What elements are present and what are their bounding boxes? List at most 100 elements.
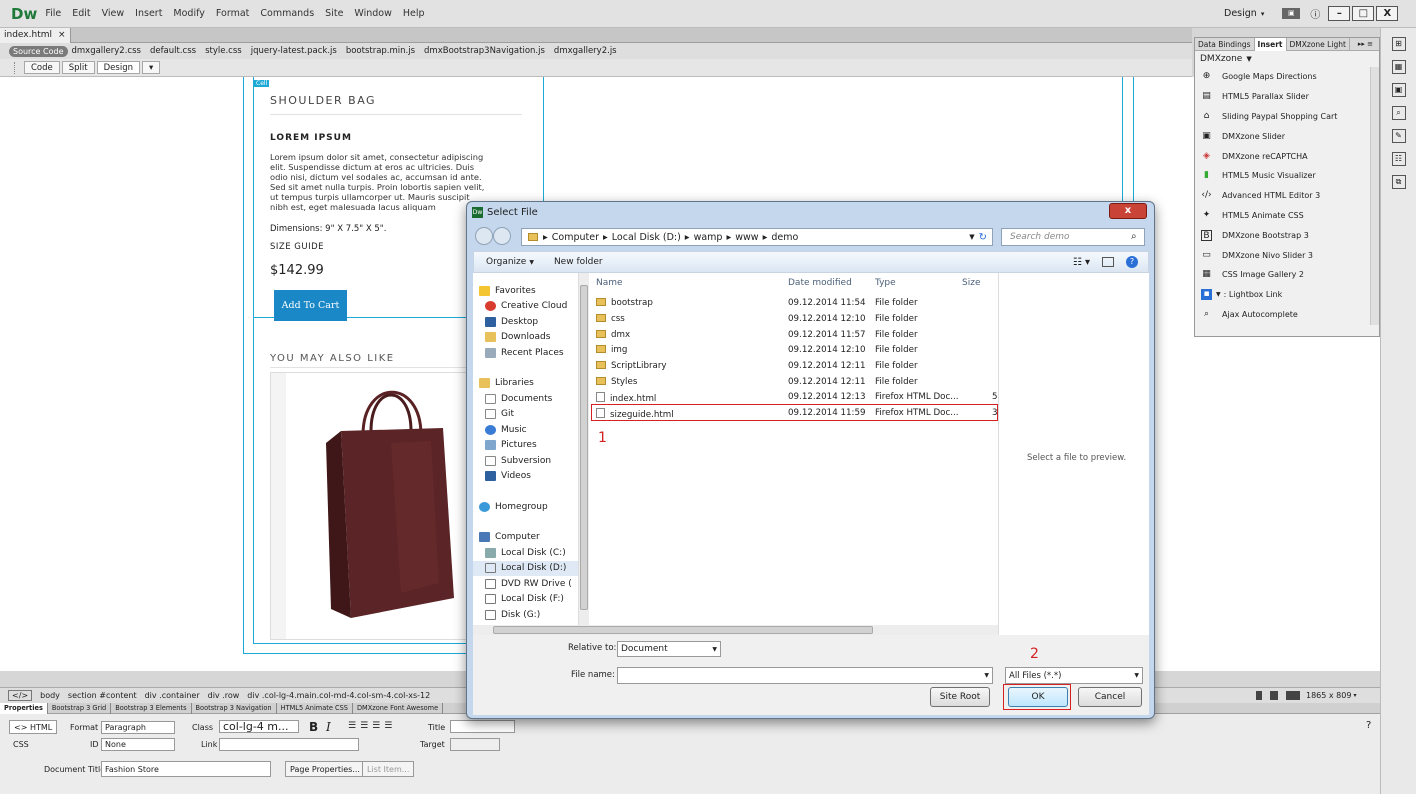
size-guide-link[interactable]: SIZE GUIDE: [270, 242, 324, 252]
list-buttons-icon[interactable]: ☰☰☰☰: [348, 721, 396, 731]
chevron-down-icon[interactable]: ▾: [1353, 692, 1356, 699]
snippets-icon[interactable]: ⧉: [1391, 175, 1406, 189]
nav-item[interactable]: Documents: [473, 391, 578, 407]
related-file[interactable]: dmxgallery2.css: [72, 46, 141, 56]
tab-index-html[interactable]: index.html ×: [0, 27, 71, 43]
chevron-down-icon[interactable]: ▼: [529, 259, 534, 266]
image-icon[interactable]: ▣: [1391, 83, 1406, 97]
maximize-button[interactable]: □: [1352, 6, 1375, 21]
menu-window[interactable]: Window: [354, 8, 391, 19]
title-input[interactable]: [450, 720, 515, 733]
related-file[interactable]: jquery-latest.pack.js: [251, 46, 337, 56]
nav-item[interactable]: Recent Places: [473, 345, 578, 361]
minimize-button[interactable]: –: [1328, 6, 1351, 21]
nav-item[interactable]: Subversion: [473, 453, 578, 469]
chevron-down-icon[interactable]: ▼: [984, 672, 989, 679]
nav-item[interactable]: Disk (G:): [473, 607, 578, 623]
help-icon[interactable]: ⓘ: [1310, 6, 1320, 21]
related-file[interactable]: style.css: [205, 46, 242, 56]
target-select[interactable]: [450, 738, 500, 751]
sync-settings-icon[interactable]: ▣: [1282, 8, 1301, 19]
horizontal-scrollbar[interactable]: [473, 625, 998, 635]
breadcrumb-item[interactable]: Local Disk (D:): [612, 232, 681, 243]
relative-to-select[interactable]: Document ▼: [617, 641, 721, 657]
nav-homegroup[interactable]: Homegroup: [473, 499, 578, 515]
link-input[interactable]: [219, 738, 359, 751]
chevron-down-icon[interactable]: ▼: [1216, 291, 1221, 298]
inspect-icon[interactable]: ⌕: [1391, 106, 1406, 120]
code-hints-icon[interactable]: ⊞: [1391, 37, 1406, 51]
nav-item[interactable]: Desktop: [473, 314, 578, 330]
related-file[interactable]: bootstrap.min.js: [346, 46, 415, 56]
nav-item[interactable]: Creative Cloud: [473, 299, 578, 315]
category-select[interactable]: DMXzone: [1200, 54, 1242, 64]
insert-item[interactable]: ▤ HTML5 Parallax Slider: [1195, 87, 1369, 107]
tab-data-bindings[interactable]: Data Bindings: [1195, 37, 1255, 51]
nav-item[interactable]: Downloads: [473, 330, 578, 346]
tree-icon[interactable]: ☷: [1391, 152, 1406, 166]
column-type[interactable]: Type: [875, 278, 896, 288]
menu-commands[interactable]: Commands: [260, 8, 314, 19]
nav-item[interactable]: Videos: [473, 469, 578, 485]
nav-favorites[interactable]: Favorites: [473, 283, 578, 299]
forward-button[interactable]: [493, 227, 511, 245]
tab-html5-animate[interactable]: HTML5 Animate CSS: [277, 702, 353, 714]
source-code-button[interactable]: Source Code: [9, 45, 68, 57]
chevron-down-icon[interactable]: ▾: [141, 61, 161, 74]
related-file[interactable]: dmxgallery2.js: [554, 46, 617, 56]
nav-item[interactable]: Git: [473, 407, 578, 423]
tag-div-row[interactable]: div .row: [208, 691, 240, 700]
chevron-down-icon[interactable]: ▾: [1261, 10, 1265, 18]
tab-font-awesome[interactable]: DMXzone Font Awesome: [353, 702, 444, 714]
add-to-cart-button[interactable]: Add To Cart: [274, 290, 347, 321]
file-row[interactable]: dmx 09.12.2014 11:57 File folder: [589, 328, 998, 344]
chevron-down-icon[interactable]: ▼: [1246, 55, 1251, 63]
menu-file[interactable]: File: [45, 8, 61, 19]
new-folder-button[interactable]: New folder: [554, 257, 603, 267]
tab-insert[interactable]: Insert: [1254, 37, 1287, 51]
nav-item[interactable]: Music: [473, 422, 578, 438]
tab-dmxzone-light[interactable]: DMXzone Light: [1287, 37, 1350, 51]
breadcrumb-item[interactable]: Computer: [552, 232, 599, 243]
tab-bootstrap-navigation[interactable]: Bootstrap 3 Navigation: [192, 702, 277, 714]
nav-scrollbar[interactable]: [579, 273, 589, 635]
chevron-down-icon[interactable]: ▼: [969, 233, 974, 241]
organize-button[interactable]: Organize: [486, 257, 526, 267]
file-type-select[interactable]: All Files (*.*) ▼: [1005, 667, 1143, 684]
class-select[interactable]: col-lg-4 m...: [219, 720, 299, 733]
file-row[interactable]: Styles 09.12.2014 12:11 File folder: [589, 375, 998, 391]
refresh-icon[interactable]: ↻: [979, 232, 987, 243]
back-button[interactable]: [475, 227, 493, 245]
insert-item[interactable]: ▦ CSS Image Gallery 2: [1195, 265, 1369, 285]
split-view-button[interactable]: Split: [61, 61, 95, 74]
view-options-icon[interactable]: ☷ ▾: [1073, 257, 1090, 268]
insert-item[interactable]: ⌕ Ajax Autocomplete: [1195, 305, 1369, 325]
breadcrumb-item[interactable]: demo: [771, 232, 798, 243]
menu-edit[interactable]: Edit: [72, 8, 90, 19]
column-size[interactable]: Size: [962, 278, 980, 288]
help-icon[interactable]: ?: [1126, 256, 1138, 268]
behaviors-icon[interactable]: ✎: [1391, 129, 1406, 143]
list-item-button[interactable]: List Item...: [362, 761, 415, 777]
tag-body[interactable]: body: [40, 691, 60, 700]
bold-button[interactable]: B: [309, 720, 318, 734]
breadcrumb-item[interactable]: www: [735, 232, 758, 243]
filename-input[interactable]: ▼: [617, 667, 993, 684]
insert-item[interactable]: ▣ DMXzone Slider: [1195, 126, 1369, 146]
tab-bootstrap-grid[interactable]: Bootstrap 3 Grid: [48, 702, 112, 714]
insert-item[interactable]: ▪ ▼: Lightbox Link: [1195, 285, 1369, 305]
search-input[interactable]: Search demo: [1001, 228, 1145, 246]
insert-item[interactable]: ‹/› Advanced HTML Editor 3: [1195, 186, 1369, 206]
nav-item[interactable]: Local Disk (C:): [473, 545, 578, 561]
related-file[interactable]: default.css: [150, 46, 196, 56]
desktop-size-icon[interactable]: [1286, 691, 1300, 700]
insert-item[interactable]: ▮ HTML5 Music Visualizer: [1195, 166, 1369, 186]
mobile-size-icon[interactable]: [1256, 691, 1262, 700]
menu-help[interactable]: Help: [403, 8, 425, 19]
css-mode-button[interactable]: CSS: [9, 737, 33, 751]
close-icon[interactable]: ×: [58, 30, 66, 40]
insert-item[interactable]: B DMXzone Bootstrap 3: [1195, 225, 1369, 245]
tag-div-col[interactable]: div .col-lg-4.main.col-md-4.col-sm-4.col…: [247, 691, 430, 700]
format-select[interactable]: Paragraph: [101, 721, 175, 734]
path-breadcrumb[interactable]: ▸ Computer ▸ Local Disk (D:) ▸ wamp ▸ ww…: [521, 228, 993, 246]
